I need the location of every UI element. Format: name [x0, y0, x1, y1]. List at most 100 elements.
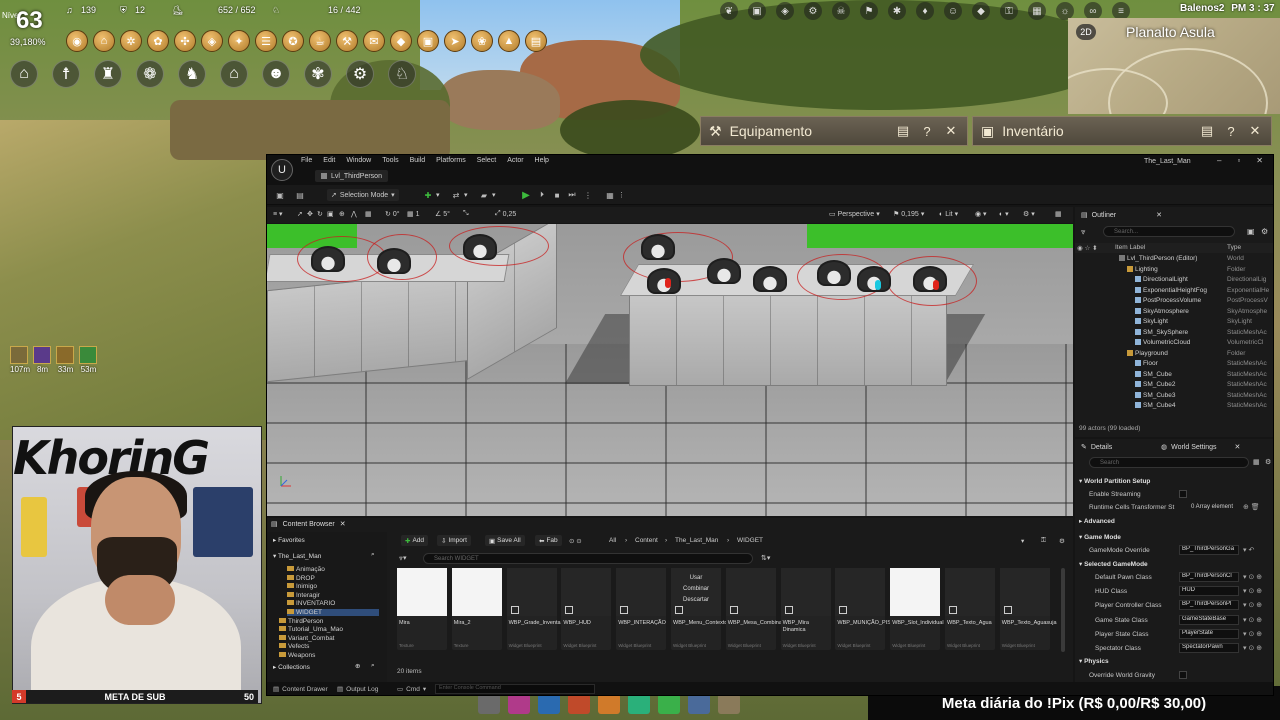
folder-tree-item[interactable]: Weapons — [279, 652, 379, 659]
step-icon[interactable]: ⏵ — [537, 189, 547, 201]
map-mode-toggle[interactable]: 2D — [1076, 24, 1096, 40]
output-log-button[interactable]: ▤ Output Log — [337, 685, 378, 694]
outliner-row[interactable]: Playground Folder — [1075, 349, 1273, 359]
skill-slot[interactable] — [718, 694, 740, 714]
outliner-row[interactable]: DirectionalLight DirectionalLig — [1075, 275, 1273, 285]
asset-tile[interactable]: WBP_Grade_Inventario Widget Blueprint — [506, 568, 567, 650]
breadcrumb-content[interactable]: Content — [635, 537, 658, 544]
flag-icon[interactable]: ⚑ — [860, 2, 878, 20]
realtime-icon[interactable]: ◐ ▾ — [999, 210, 1009, 218]
outliner-row[interactable]: Lvl_ThirdPerson (Editor) World — [1075, 254, 1273, 264]
content-drawer-button[interactable]: ▤ Content Drawer — [273, 685, 328, 694]
angle-snap[interactable]: ∠ 5° — [435, 210, 450, 219]
outliner-row[interactable]: SM_Cube3 StaticMeshAc — [1075, 391, 1273, 401]
coin-icon[interactable]: ◈ — [201, 30, 223, 52]
stop-icon[interactable]: ■ — [552, 189, 562, 201]
folder-tree-item[interactable]: Animação — [287, 566, 379, 573]
asset-tile[interactable]: Mira Texture — [397, 568, 447, 650]
asset-tile[interactable]: WBP_Mesa_Combinação Widget Blueprint — [725, 568, 791, 650]
outliner-row[interactable]: ExponentialHeightFog ExponentialHe — [1075, 286, 1273, 296]
class-actions-icon[interactable]: ▾ ⊙ ⊕ — [1243, 601, 1262, 609]
person-icon[interactable]: ☺ — [944, 2, 962, 20]
collections-header[interactable]: ▸ Collections — [273, 663, 310, 671]
fab-button[interactable]: ⬅ Fab — [535, 535, 562, 546]
grid-icon[interactable]: ▦ — [1253, 458, 1260, 466]
arrow-icon[interactable]: ➤ — [444, 30, 466, 52]
settings-icon[interactable]: ⚙ — [1261, 227, 1268, 236]
import-button[interactable]: ⇩ Import — [437, 535, 471, 546]
asset-search[interactable]: Search WIDGET — [423, 553, 753, 564]
favorites-header[interactable]: ▸ Favorites — [273, 536, 305, 544]
class-value-dropdown[interactable]: BP_ThirdPersonCl — [1179, 572, 1239, 582]
skill-slot[interactable] — [658, 694, 680, 714]
folder-tree-item[interactable]: DROP — [287, 574, 379, 582]
settings-icon[interactable]: ⚙ — [1265, 458, 1271, 466]
flame-icon[interactable]: ♦ — [916, 2, 934, 20]
add-element-icon[interactable]: ⊕ 🗑 — [1243, 503, 1260, 511]
gallop-icon[interactable]: ♘ — [388, 60, 416, 88]
menu-build[interactable]: Build — [410, 157, 426, 164]
save-icon[interactable]: ▣ — [275, 189, 285, 201]
maximize-icon[interactable]: ▫ — [1237, 156, 1240, 165]
folder-tree-item[interactable]: Tutorial_Uma_Mao — [279, 626, 379, 633]
console-input[interactable]: Enter Console Command — [435, 684, 595, 694]
skull-icon[interactable]: ☠ — [832, 2, 850, 20]
scale-tool-icon[interactable]: ▣ — [327, 210, 334, 218]
buff-item[interactable]: 53m — [79, 346, 98, 374]
show-flags-icon[interactable]: ◉ ▾ — [975, 210, 987, 218]
scale-snap[interactable]: ⤡ 5° — [463, 210, 469, 218]
rotation-snap[interactable]: ↻ 0° — [385, 210, 400, 219]
class-value-dropdown[interactable]: GameStateBase — [1179, 614, 1239, 625]
close-icon[interactable]: ✕ — [1256, 156, 1263, 165]
class-value-dropdown[interactable]: BP_ThirdPersonPl — [1179, 600, 1239, 611]
menu-tools[interactable]: Tools — [382, 157, 398, 164]
grid-snap-icon[interactable]: ▦ — [365, 210, 372, 218]
asset-tile[interactable]: WBP_Mira Dinamica Widget Blueprint — [780, 568, 831, 650]
class-value-dropdown[interactable]: PlayerState — [1179, 628, 1239, 639]
grid-size[interactable]: ▦ 1 — [407, 210, 420, 219]
add-collection-icon[interactable]: ⊕ — [355, 662, 360, 670]
compass-icon[interactable]: ✣ — [174, 30, 196, 52]
skill-slot[interactable] — [568, 694, 590, 714]
menu-file[interactable]: File — [301, 157, 312, 164]
play-button[interactable]: ▶ — [521, 189, 531, 201]
castle-icon[interactable]: ♜ — [94, 60, 122, 88]
menu-edit[interactable]: Edit — [323, 157, 335, 164]
details-search[interactable]: Search — [1089, 457, 1249, 468]
gamemode-override-value[interactable]: BP_ThirdPersonGa — [1179, 545, 1239, 555]
badge-icon[interactable]: ✦ — [228, 30, 250, 52]
pet-icon[interactable]: ✪ — [282, 30, 304, 52]
breadcrumb-widget[interactable]: WIDGET — [737, 537, 763, 544]
skill-slot[interactable] — [478, 694, 500, 714]
asset-tile[interactable]: WBP_Texto_Agua Widget Blueprint — [945, 568, 995, 650]
enable-streaming-checkbox[interactable] — [1179, 490, 1187, 498]
outliner-tab[interactable]: ▤ Outliner ✕ — [1081, 209, 1162, 221]
filter-icon[interactable]: ⩔ — [1081, 227, 1086, 237]
perspective-dropdown[interactable]: ▭ Perspective ▾ — [829, 210, 880, 219]
outliner-row[interactable]: SM_Cube4 StaticMeshAc — [1075, 401, 1273, 411]
reset-icon[interactable]: ▾ ↶ — [1243, 546, 1254, 554]
selection-mode-dropdown[interactable]: ➚ Selection Mode ▾ — [327, 189, 399, 201]
lock-icon[interactable]: ⚿ — [1041, 537, 1046, 545]
add-folder-icon[interactable]: ▣ — [1247, 227, 1255, 236]
menu-platforms[interactable]: Platforms — [436, 157, 466, 164]
folder-tree-item[interactable]: Variant_Combat — [279, 634, 379, 642]
leaf-icon[interactable]: ❦ — [720, 2, 738, 20]
scroll-icon[interactable]: ☰ — [255, 30, 277, 52]
helmet-icon[interactable]: ⌂ — [93, 30, 115, 52]
class-value-dropdown[interactable]: SpectatorPawn — [1179, 643, 1239, 653]
gear-gold-icon[interactable]: ✲ — [120, 30, 142, 52]
chevron-down-icon[interactable]: ▾ — [1021, 537, 1024, 545]
map-icon[interactable]: ▦ — [1028, 2, 1046, 20]
outliner-row[interactable]: PostProcessVolume PostProcessV — [1075, 296, 1273, 306]
camera-speed[interactable]: ⚑ 0,195 ▾ — [893, 210, 924, 219]
flower-icon[interactable]: ❀ — [471, 30, 493, 52]
asset-tile[interactable]: Mira_2 Texture — [451, 568, 502, 650]
food-icon[interactable]: ☕ — [309, 30, 331, 52]
class-actions-icon[interactable]: ▾ ⊙ ⊕ — [1243, 644, 1262, 652]
level-viewport[interactable] — [267, 224, 1073, 516]
asset-tile[interactable]: WBP_INTERAÇÃO Widget Blueprint — [616, 568, 667, 650]
world-local-icon[interactable]: ⊕ — [339, 210, 345, 218]
settings-icon[interactable]: ⚙ — [804, 2, 822, 20]
column-type[interactable]: Type — [1227, 244, 1241, 251]
